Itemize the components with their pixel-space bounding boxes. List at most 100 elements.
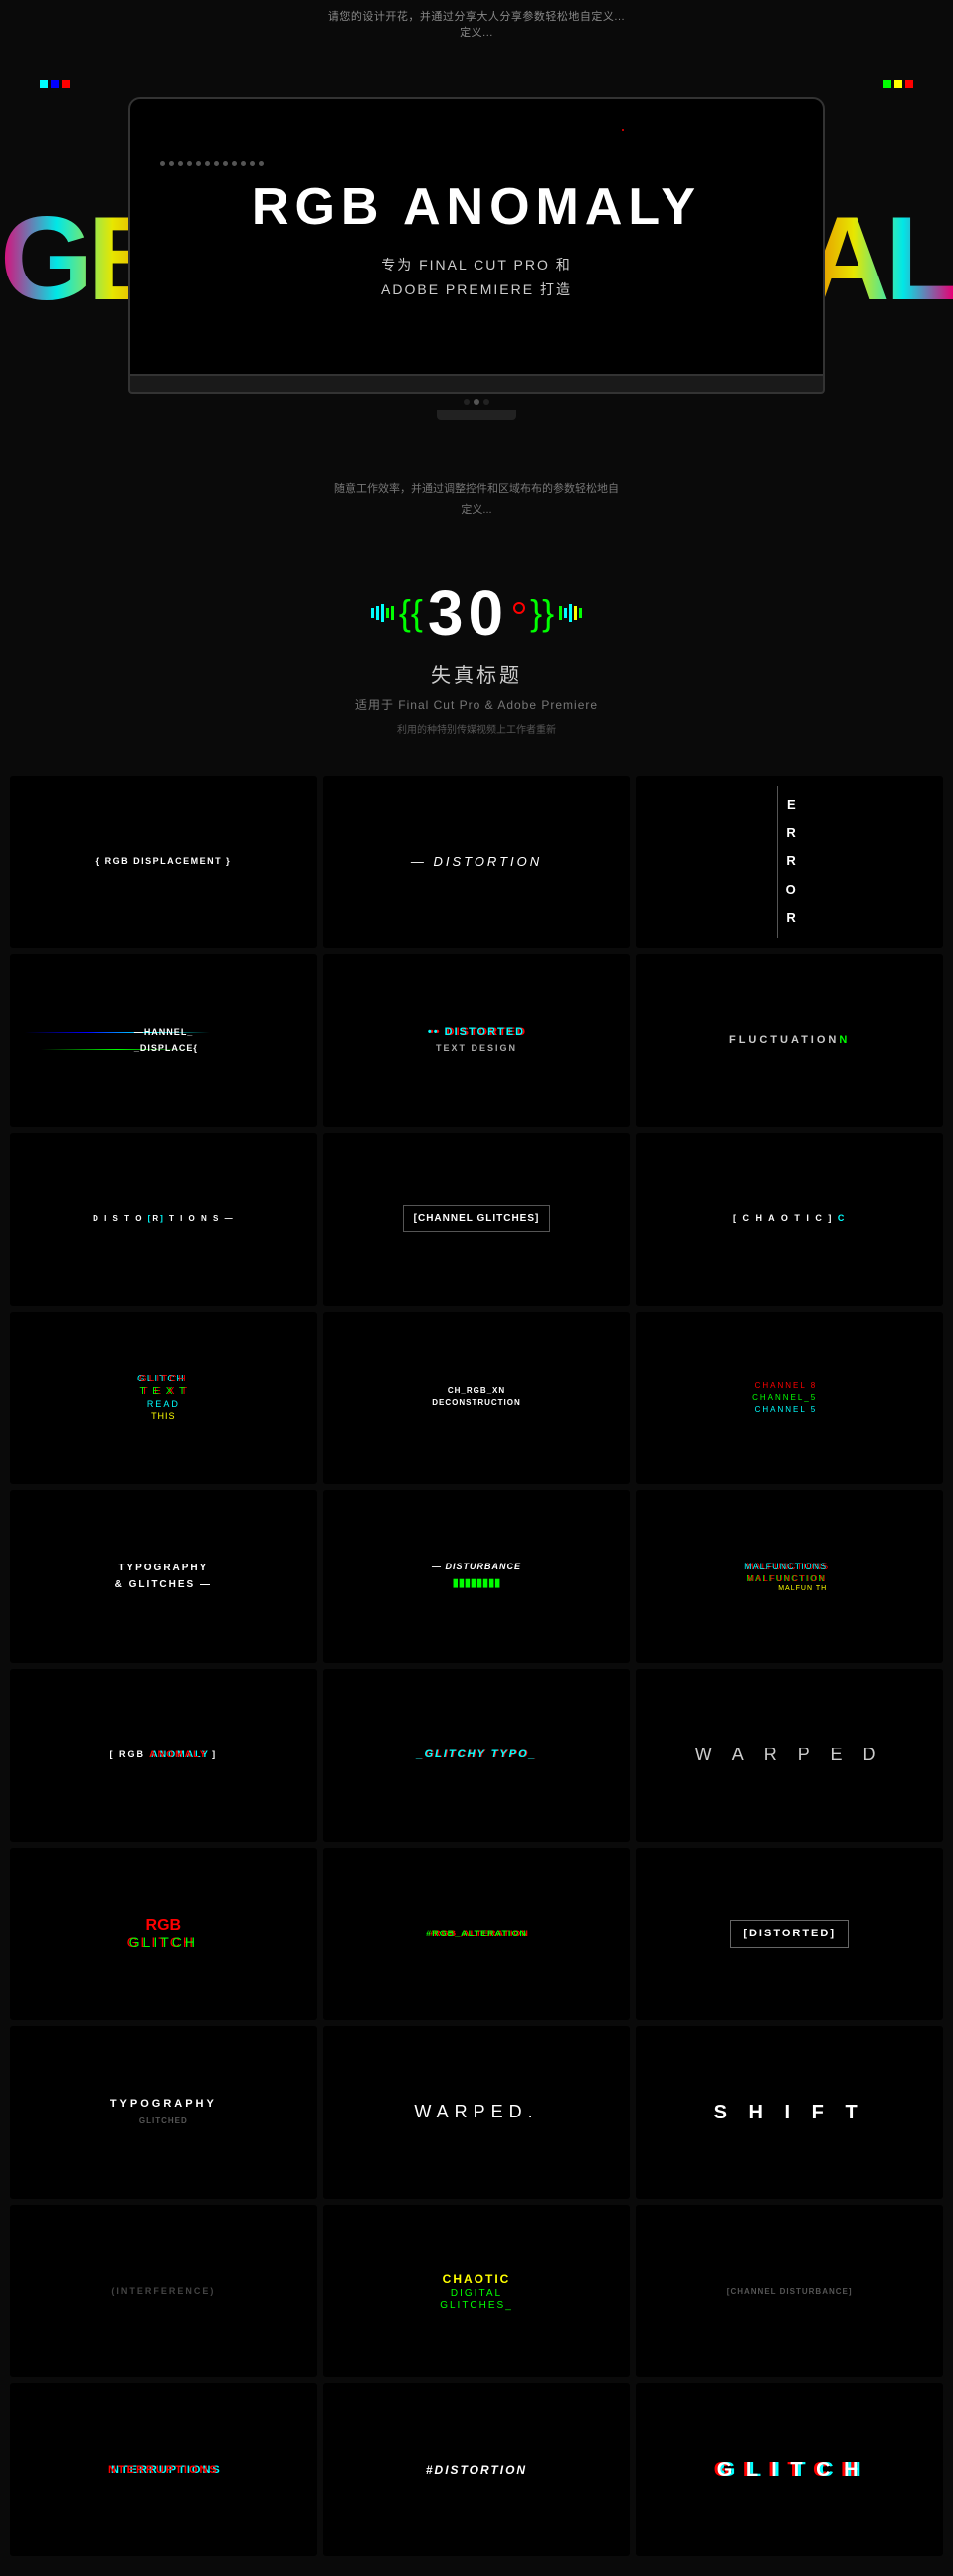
grid-text-21: [DISTORTED] (730, 1920, 849, 1948)
grid-text-3: ERROR (777, 786, 803, 938)
dot11 (250, 161, 255, 166)
grid-text-23: WARPED. (409, 2094, 543, 2130)
laptop-container: GB RGB ANOMALY (0, 97, 953, 420)
grid-text-25: (INTERFERENCE) (106, 2280, 220, 2303)
grid-text-18: W A R P E D (690, 1737, 889, 1773)
hero-subtitle: 专为 FINAL CUT PRO 和 ADOBE PREMIERE 打造 (381, 253, 572, 302)
grid-text-1: { RGB DISPLACEMENT } (92, 850, 237, 874)
grid-item-25[interactable]: (INTERFERENCE) (10, 2205, 317, 2378)
counter-display: {{ 30 }} (0, 581, 953, 644)
grid-item-11[interactable]: CH_RGB_XNDECONSTRUCTION (323, 1312, 631, 1485)
counter-desc: 利用的种特别传媒视频上工作者重新 (0, 721, 953, 736)
hinge2 (474, 399, 479, 405)
grid-item-26[interactable]: CHAOTIC DIGITAL GLITCHES_ (323, 2205, 631, 2378)
grid-item-15[interactable]: MALFUNCTIONS MALFUNCTION MALFUN TH (636, 1490, 943, 1663)
laptop-hinge (128, 394, 825, 410)
bar4 (386, 608, 389, 618)
grid-text-4: —HANNEL__DISPLACE{ (124, 1019, 203, 1061)
grid-text-10: GLITCH T E X T READ THIS (139, 1374, 188, 1421)
grid-item-23[interactable]: WARPED. (323, 2026, 631, 2199)
grid-item-12[interactable]: CHANNEL 8 CHANNEL_5 CHANNEL 5 (636, 1312, 943, 1485)
grid-text-30: G L I T C H (717, 2459, 862, 2482)
pixel-cyan (40, 80, 48, 88)
hinge1 (464, 399, 470, 405)
rbar5 (579, 608, 582, 618)
grid-item-10[interactable]: GLITCH T E X T READ THIS (10, 1312, 317, 1485)
dot7 (214, 161, 219, 166)
grid-item-28[interactable]: NTERRUPTIONS (10, 2383, 317, 2556)
laptop-wrapper: RGB ANOMALY 专为 FINAL CUT PRO 和 ADOBE PRE… (128, 97, 825, 420)
top-notice: 请您的设计开花，并通过分享大人分享参数轻松地自定义... 定义... (0, 0, 953, 60)
side-glitch-right: AL (804, 190, 953, 327)
grid-text-7: D I S T O [R] T I O N S — (88, 1208, 239, 1230)
dot2 (169, 161, 174, 166)
dot9 (232, 161, 237, 166)
grid-item-8[interactable]: [CHANNEL GLITCHES] (323, 1133, 631, 1306)
grid-text-9: [ C H A O T I C ] C (728, 1207, 851, 1231)
grid-item-4[interactable]: —HANNEL__DISPLACE{ (10, 954, 317, 1127)
grid-item-1[interactable]: { RGB DISPLACEMENT } (10, 776, 317, 949)
grid-text-22: TYPOGRAPHYGLITCHED (105, 2091, 222, 2133)
counter-dot (513, 602, 525, 614)
counter-number: 30 (428, 581, 508, 644)
grid-item-7[interactable]: D I S T O [R] T I O N S — (10, 1133, 317, 1306)
grid-text-14: — DISTURBANCE▮▮▮▮▮▮▮▮ (427, 1555, 526, 1598)
red-dot (622, 129, 624, 131)
grid-text-11: CH_RGB_XNDECONSTRUCTION (427, 1380, 526, 1414)
description-text: 随意工作效率，并通过调整控件和区域布布的参数轻松地自 定义... (278, 479, 675, 521)
rbar1 (559, 606, 562, 620)
grid-item-3[interactable]: ERROR (636, 776, 943, 949)
grid-item-16[interactable]: [ RGB ANOMALY ] (10, 1669, 317, 1842)
counter-sublabel: 适用于 Final Cut Pro & Adobe Premiere (0, 696, 953, 713)
grid-text-19: RGB GLITCH (129, 1917, 198, 1950)
grid-item-9[interactable]: [ C H A O T I C ] C (636, 1133, 943, 1306)
dot4 (187, 161, 192, 166)
grid-item-30[interactable]: G L I T C H (636, 2383, 943, 2556)
pixel-green (883, 80, 891, 88)
grid-item-14[interactable]: — DISTURBANCE▮▮▮▮▮▮▮▮ (323, 1490, 631, 1663)
hero-title: RGB ANOMALY (252, 181, 701, 233)
pixel-yellow (894, 80, 902, 88)
grid-text-29: #DISTORTION (421, 2456, 532, 2484)
grid-text-16: [ RGB ANOMALY ] (104, 1744, 222, 1767)
rbar3 (569, 604, 572, 622)
hinge3 (483, 399, 489, 405)
rbar2 (564, 608, 567, 618)
counter-bars-left (371, 604, 394, 622)
laptop-screen: RGB ANOMALY 专为 FINAL CUT PRO 和 ADOBE PRE… (128, 97, 825, 376)
grid-item-5[interactable]: •• DISTORTEDTEXT DESIGN (323, 954, 631, 1127)
grid-text-12: CHANNEL 8 CHANNEL_5 CHANNEL 5 (752, 1381, 827, 1414)
grid-text-5: •• DISTORTEDTEXT DESIGN (423, 1019, 530, 1062)
grid-item-2[interactable]: — DISTORTION (323, 776, 631, 949)
grid-item-19[interactable]: RGB GLITCH (10, 1848, 317, 2021)
counter-bars-right (559, 604, 582, 622)
dot10 (241, 161, 246, 166)
grid-item-6[interactable]: FLUCTUATIONN (636, 954, 943, 1127)
grid-item-22[interactable]: TYPOGRAPHYGLITCHED (10, 2026, 317, 2199)
counter-label: 失真标题 (0, 659, 953, 688)
dot1 (160, 161, 165, 166)
hero-section: GB RGB ANOMALY (0, 60, 953, 450)
counter-bracket-left: {{ (399, 592, 423, 634)
bar1 (371, 608, 374, 618)
grid-item-27[interactable]: [CHANNEL DISTURBANCE] (636, 2205, 943, 2378)
grid-text-26: CHAOTIC DIGITAL GLITCHES_ (440, 2272, 513, 2311)
grid-item-13[interactable]: TYPOGRAPHY& GLITCHES — (10, 1490, 317, 1663)
grid-text-27: [CHANNEL DISTURBANCE] (722, 2281, 858, 2302)
grid-container[interactable]: { RGB DISPLACEMENT } — DISTORTION ERROR … (10, 776, 943, 2556)
dot8 (223, 161, 228, 166)
grid-item-21[interactable]: [DISTORTED] (636, 1848, 943, 2021)
dot5 (196, 161, 201, 166)
grid-item-17[interactable]: _GLITCHY TYPO_ (323, 1669, 631, 1842)
grid-text-20: #RGB_ALTERATION (421, 1923, 532, 1946)
rbar4 (574, 606, 577, 620)
bar5 (391, 606, 394, 620)
grid-item-20[interactable]: #RGB_ALTERATION (323, 1848, 631, 2021)
grid-item-18[interactable]: W A R P E D (636, 1669, 943, 1842)
grid-text-28: NTERRUPTIONS (103, 2457, 224, 2484)
description-section: 随意工作效率，并通过调整控件和区域布布的参数轻松地自 定义... (0, 450, 953, 551)
grid-item-29[interactable]: #DISTORTION (323, 2383, 631, 2556)
pixel-group-left (40, 80, 70, 88)
grid-item-24[interactable]: S H I F T (636, 2026, 943, 2199)
laptop-base (128, 376, 825, 394)
